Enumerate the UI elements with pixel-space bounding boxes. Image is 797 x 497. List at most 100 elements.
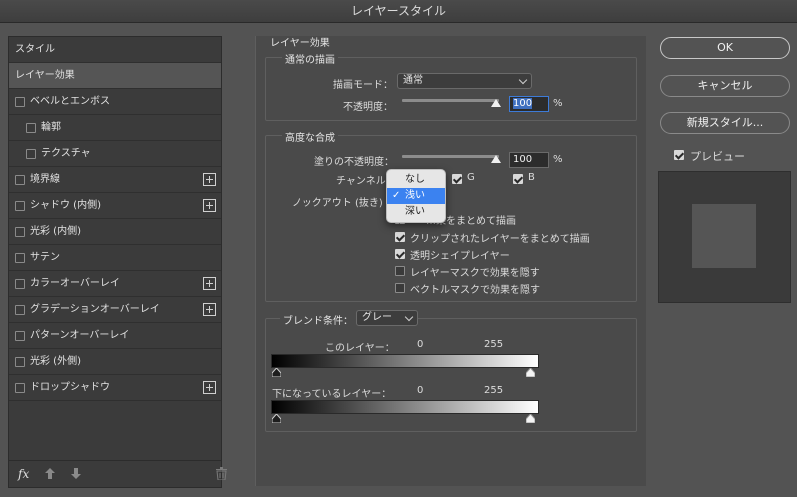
preview-checkbox[interactable] (674, 150, 684, 160)
stroke-checkbox[interactable] (15, 175, 25, 185)
layer-mask-hides-label: レイヤーマスクで効果を隠す (410, 268, 540, 279)
this-layer-gradient[interactable] (271, 354, 539, 368)
chevron-down-icon (404, 312, 414, 322)
opacity-label: 不透明度： (343, 102, 393, 113)
underlying-layer-low: 0 (417, 385, 424, 396)
preview-swatch (692, 204, 756, 268)
style-item-pattern-overlay[interactable]: パターンオーバーレイ (9, 323, 221, 349)
this-layer-white-slider[interactable] (526, 368, 535, 377)
style-item-bevel-emboss[interactable]: ベベルとエンボス (9, 89, 221, 115)
opacity-slider-thumb[interactable] (491, 99, 501, 107)
knockout-option-shallow[interactable]: ✓ 浅い (387, 188, 445, 204)
outer-glow-checkbox[interactable] (15, 357, 25, 367)
blend-clipped-checkbox[interactable] (395, 232, 405, 242)
knockout-option-deep[interactable]: 深い (387, 204, 445, 220)
styles-header[interactable]: スタイル (9, 37, 221, 63)
inner-glow-checkbox[interactable] (15, 227, 25, 237)
this-layer-label: このレイヤー： (325, 343, 395, 354)
opacity-input[interactable]: 100 (509, 96, 549, 112)
ok-button[interactable]: OK (660, 37, 790, 59)
style-item-texture[interactable]: テクスチャ (9, 141, 221, 167)
style-item-outer-glow[interactable]: 光彩 (外側) (9, 349, 221, 375)
style-item-inner-glow[interactable]: 光彩 (内側) (9, 219, 221, 245)
style-item-label: カラーオーバーレイ (30, 278, 120, 289)
style-item-contour[interactable]: 輪郭 (9, 115, 221, 141)
underlying-layer-gradient[interactable] (271, 400, 539, 414)
fx-icon[interactable]: fx (18, 467, 29, 481)
style-item-stroke[interactable]: 境界線 (9, 167, 221, 193)
fill-opacity-slider-thumb[interactable] (491, 155, 501, 163)
normal-blending-title: 通常の描画 (282, 51, 338, 66)
style-item-layer-effects[interactable]: レイヤー効果 (9, 63, 221, 89)
style-item-label: 輪郭 (41, 122, 61, 133)
style-item-gradient-overlay[interactable]: グラデーションオーバーレイ (9, 297, 221, 323)
style-item-label: 境界線 (30, 174, 60, 185)
style-item-label: 光彩 (内側) (30, 226, 81, 237)
menu-item-label: 浅い (405, 190, 425, 201)
checkmark-icon: ✓ (392, 190, 401, 201)
channel-b-checkbox[interactable] (513, 174, 523, 184)
fill-opacity-slider[interactable] (402, 155, 499, 158)
style-item-drop-shadow[interactable]: ドロップシャドウ (9, 375, 221, 401)
channel-b-label: B (528, 172, 535, 183)
style-item-satin[interactable]: サテン (9, 245, 221, 271)
style-item-label: ベベルとエンボス (30, 96, 110, 107)
fill-opacity-value: 100 (513, 154, 533, 165)
style-item-inner-shadow[interactable]: シャドウ (内側) (9, 193, 221, 219)
style-item-color-overlay[interactable]: カラーオーバーレイ (9, 271, 221, 297)
channels-label: チャンネル (336, 176, 386, 187)
add-stroke-icon[interactable] (203, 173, 216, 186)
blend-if-channel-select[interactable]: グレー (356, 310, 418, 326)
style-item-label: テクスチャ (41, 148, 91, 159)
color-overlay-checkbox[interactable] (15, 279, 25, 289)
texture-checkbox[interactable] (26, 149, 36, 159)
menu-item-label: なし (405, 174, 425, 185)
style-item-label: グラデーションオーバーレイ (30, 304, 160, 315)
inner-shadow-checkbox[interactable] (15, 201, 25, 211)
knockout-option-none[interactable]: なし (387, 172, 445, 188)
style-item-label: 光彩 (外側) (30, 356, 81, 367)
window-title: レイヤースタイル (0, 0, 797, 23)
satin-checkbox[interactable] (15, 253, 25, 263)
advanced-blending-title: 高度な合成 (282, 129, 338, 144)
pattern-overlay-checkbox[interactable] (15, 331, 25, 341)
opacity-slider[interactable] (402, 99, 499, 102)
vector-mask-hides-checkbox[interactable] (395, 283, 405, 293)
blend-if-channel-value: グレー (362, 312, 392, 323)
drop-shadow-checkbox[interactable] (15, 383, 25, 393)
new-style-button[interactable]: 新規スタイル... (660, 112, 790, 134)
underlying-layer-high: 255 (484, 385, 504, 396)
underlying-layer-white-slider[interactable] (526, 414, 535, 423)
contour-checkbox[interactable] (26, 123, 36, 133)
cancel-button[interactable]: キャンセル (660, 75, 790, 97)
arrow-up-icon[interactable] (45, 468, 55, 482)
channel-g-checkbox[interactable] (452, 174, 462, 184)
blend-mode-select[interactable]: 通常 (397, 73, 532, 89)
add-drop-shadow-icon[interactable] (203, 381, 216, 394)
transparency-shapes-checkbox[interactable] (395, 249, 405, 259)
knockout-label: ノックアウト (抜き) (292, 198, 383, 209)
layer-mask-hides-checkbox[interactable] (395, 266, 405, 276)
this-layer-black-slider[interactable] (272, 368, 281, 377)
gradient-overlay-checkbox[interactable] (15, 305, 25, 315)
style-item-label: シャドウ (内側) (30, 200, 101, 211)
blend-mode-label: 描画モード： (333, 80, 393, 91)
chevron-down-icon (518, 75, 528, 85)
add-gradient-overlay-icon[interactable] (203, 303, 216, 316)
arrow-down-icon[interactable] (71, 468, 81, 482)
blend-if-group (265, 318, 637, 432)
channel-g-label: G (467, 172, 475, 183)
this-layer-low: 0 (417, 339, 424, 350)
fill-opacity-input[interactable]: 100 (509, 152, 549, 168)
style-item-label: パターンオーバーレイ (30, 330, 130, 341)
add-color-overlay-icon[interactable] (203, 277, 216, 290)
style-item-label: ドロップシャドウ (30, 382, 110, 393)
knockout-menu: なし ✓ 浅い 深い (386, 169, 446, 223)
style-item-label: サテン (30, 252, 60, 263)
bevel-emboss-checkbox[interactable] (15, 97, 25, 107)
underlying-layer-black-slider[interactable] (272, 414, 281, 423)
add-inner-shadow-icon[interactable] (203, 199, 216, 212)
opacity-value: 100 (513, 98, 533, 109)
trash-icon[interactable] (216, 467, 227, 483)
styles-footer: fx (9, 460, 227, 488)
